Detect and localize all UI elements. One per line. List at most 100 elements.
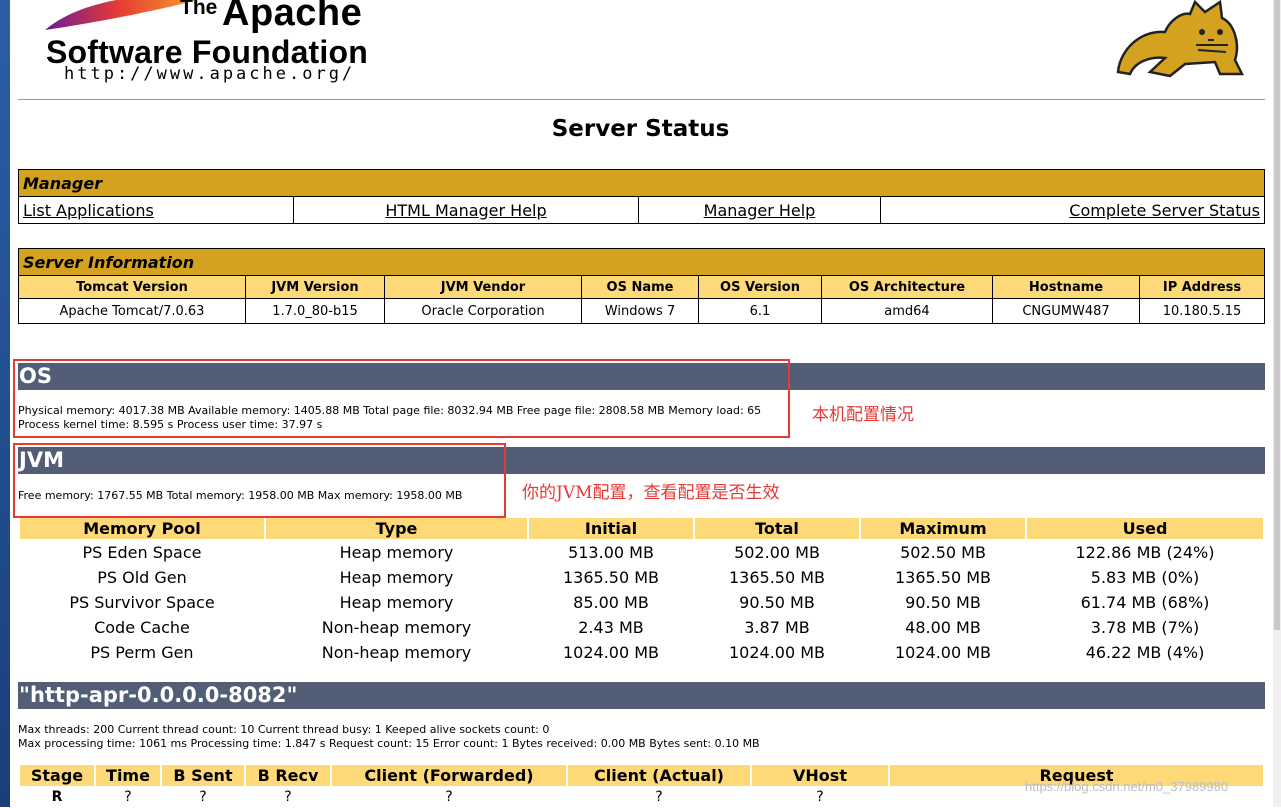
column-header: IP Address — [1139, 275, 1265, 299]
list-applications-link[interactable]: List Applications — [23, 201, 154, 220]
manager-help-link[interactable]: Manager Help — [704, 201, 816, 220]
pool-total: 90.50 MB — [739, 593, 815, 612]
tomcat-version-value: Apache Tomcat/7.0.63 — [18, 298, 246, 324]
column-header: Type — [266, 518, 527, 539]
request-client-forwarded: ? — [445, 789, 453, 805]
watermark: https://blog.csdn.net/m0_37989980 — [1025, 779, 1229, 794]
pool-total: 1024.00 MB — [728, 643, 826, 662]
pool-initial: 85.00 MB — [573, 593, 649, 612]
request-time: ? — [124, 789, 132, 805]
jvm-highlight-box — [13, 443, 506, 518]
pool-total: 3.87 MB — [744, 618, 810, 637]
manager-cell: HTML Manager Help — [293, 196, 639, 224]
manager-cell: Manager Help — [638, 196, 881, 224]
pool-type: Heap memory — [339, 593, 454, 612]
column-header: Time — [96, 765, 160, 786]
table-row: Code Cache Non-heap memory 2.43 MB 3.87 … — [20, 616, 1263, 639]
pool-initial: 1024.00 MB — [562, 643, 660, 662]
header-divider — [18, 99, 1265, 100]
pool-maximum: 90.50 MB — [905, 593, 981, 612]
request-client-actual: ? — [655, 789, 663, 805]
page-title: Server Status — [551, 116, 730, 142]
os-highlight-box — [13, 359, 790, 438]
manager-cell: Complete Server Status — [880, 196, 1265, 224]
jvm-version-value: 1.7.0_80-b15 — [245, 298, 385, 324]
column-header: B Sent — [162, 765, 244, 786]
pool-type: Heap memory — [339, 568, 454, 587]
html-manager-help-link[interactable]: HTML Manager Help — [385, 201, 546, 220]
jvm-vendor-value: Oracle Corporation — [384, 298, 582, 324]
connector-section-title: "http-apr-0.0.0.0-8082" — [18, 682, 1265, 709]
column-header: JVM Version — [245, 275, 385, 299]
column-header: Memory Pool — [20, 518, 264, 539]
manager-cell: List Applications — [18, 196, 294, 224]
request-vhost: ? — [816, 789, 824, 805]
logo-the: The — [180, 0, 218, 19]
pool-total: 1365.50 MB — [728, 568, 826, 587]
manager-table: Manager List Applications HTML Manager H… — [18, 169, 1265, 224]
ip-address-value: 10.180.5.15 — [1139, 298, 1265, 324]
server-info-table: Server Information Tomcat Version JVM Ve… — [18, 248, 1265, 324]
logo-url: http://www.apache.org/ — [64, 64, 356, 84]
table-row: PS Old Gen Heap memory 1365.50 MB 1365.5… — [20, 566, 1263, 589]
server-info-header: Server Information — [18, 248, 1265, 276]
table-row: PS Eden Space Heap memory 513.00 MB 502.… — [20, 541, 1263, 564]
column-header: Hostname — [992, 275, 1140, 299]
manager-header: Manager — [18, 169, 1265, 197]
pool-name: PS Old Gen — [97, 568, 187, 587]
column-header: OS Name — [581, 275, 699, 299]
pool-type: Non-heap memory — [321, 643, 472, 662]
pool-name: PS Survivor Space — [69, 593, 215, 612]
column-header: OS Architecture — [821, 275, 993, 299]
pool-type: Non-heap memory — [321, 618, 472, 637]
column-header: B Recv — [246, 765, 330, 786]
pool-name: PS Perm Gen — [90, 643, 194, 662]
scrollbar-thumb[interactable] — [1274, 0, 1280, 630]
os-architecture-value: amd64 — [821, 298, 993, 324]
pool-total: 502.00 MB — [734, 543, 820, 562]
pool-used: 5.83 MB (0%) — [1090, 568, 1200, 587]
pool-initial: 2.43 MB — [578, 618, 644, 637]
column-header: OS Version — [698, 275, 822, 299]
pool-name: Code Cache — [94, 618, 190, 637]
os-annotation: 本机配置情况 — [812, 405, 914, 425]
pool-initial: 1365.50 MB — [562, 568, 660, 587]
pool-maximum: 48.00 MB — [905, 618, 981, 637]
pool-used: 122.86 MB (24%) — [1075, 543, 1215, 562]
pool-used: 61.74 MB (68%) — [1080, 593, 1210, 612]
pool-type: Heap memory — [339, 543, 454, 562]
column-header: VHost — [752, 765, 888, 786]
column-header: Maximum — [861, 518, 1025, 539]
connector-thread-info: Max threads: 200 Current thread count: 1… — [18, 723, 550, 736]
logo-apache: Apache — [222, 0, 363, 34]
connector-processing-info: Max processing time: 1061 ms Processing … — [18, 737, 760, 750]
column-header: JVM Vendor — [384, 275, 582, 299]
hostname-value: CNGUMW487 — [992, 298, 1140, 324]
pool-used: 3.78 MB (7%) — [1090, 618, 1200, 637]
pool-used: 46.22 MB (4%) — [1085, 643, 1205, 662]
jvm-annotation: 你的JVM配置，查看配置是否生效 — [522, 483, 780, 503]
table-row: PS Perm Gen Non-heap memory 1024.00 MB 1… — [20, 641, 1263, 664]
request-bytes-received: ? — [284, 789, 292, 805]
request-stage: R — [51, 789, 63, 805]
pool-maximum: 1365.50 MB — [894, 568, 992, 587]
table-row: PS Survivor Space Heap memory 85.00 MB 9… — [20, 591, 1263, 614]
column-header: Total — [695, 518, 859, 539]
pool-maximum: 502.50 MB — [900, 543, 986, 562]
column-header: Client (Actual) — [568, 765, 750, 786]
request-bytes-sent: ? — [199, 789, 207, 805]
tomcat-logo-icon — [1116, 0, 1245, 78]
column-header: Tomcat Version — [18, 275, 246, 299]
apache-logo: The Apache Software Foundation http://ww… — [30, 0, 410, 95]
column-header: Initial — [529, 518, 693, 539]
os-name-value: Windows 7 — [581, 298, 699, 324]
column-header: Client (Forwarded) — [332, 765, 566, 786]
pool-maximum: 1024.00 MB — [894, 643, 992, 662]
column-header: Used — [1027, 518, 1263, 539]
os-version-value: 6.1 — [698, 298, 822, 324]
column-header: Stage — [20, 765, 94, 786]
pool-name: PS Eden Space — [82, 543, 202, 562]
complete-server-status-link[interactable]: Complete Server Status — [1069, 201, 1260, 220]
memory-pool-table: Memory Pool Type Initial Total Maximum U… — [18, 516, 1265, 666]
pool-initial: 513.00 MB — [568, 543, 654, 562]
